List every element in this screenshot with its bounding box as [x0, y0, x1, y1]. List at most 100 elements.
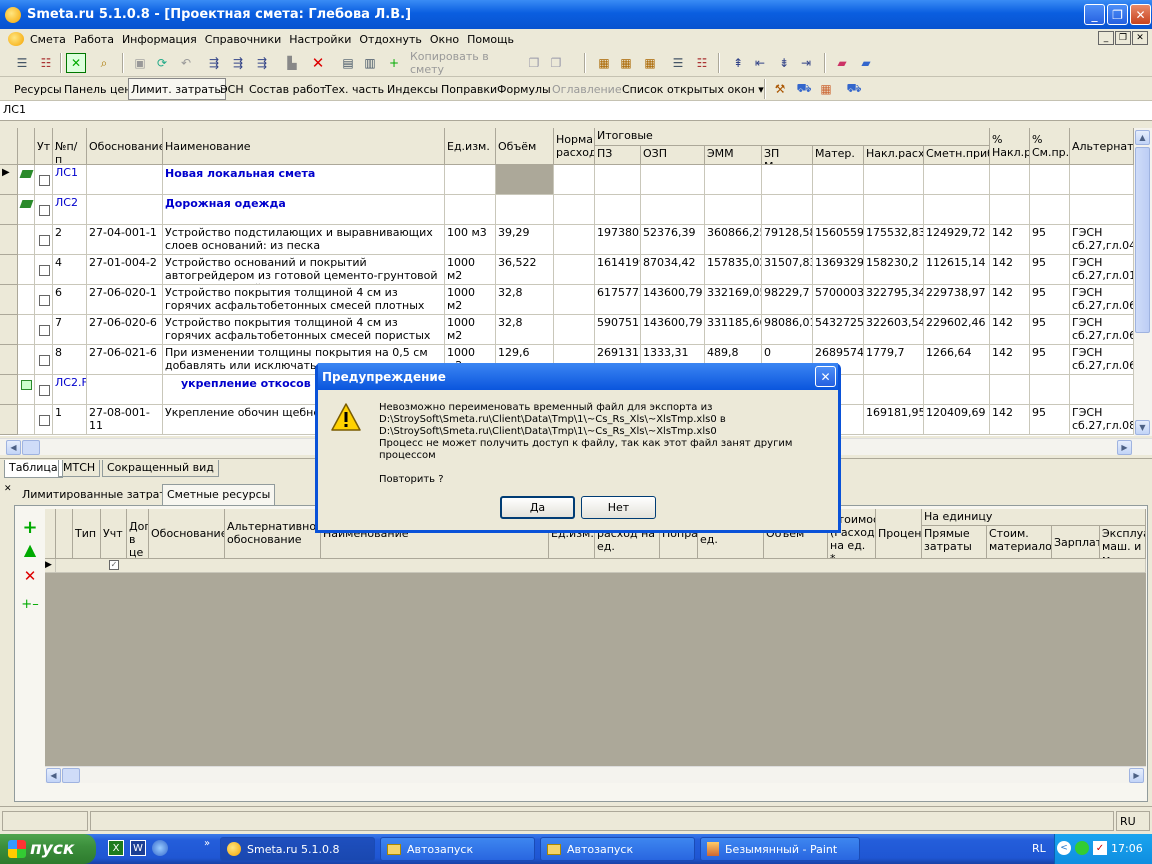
- add-resource-icon[interactable]: +: [20, 517, 40, 538]
- cell-nakl[interactable]: 158230,2: [864, 255, 924, 285]
- save-icon[interactable]: ▣: [130, 53, 150, 73]
- cell-basis[interactable]: [87, 375, 163, 405]
- cell-smetpr[interactable]: 1266,64: [924, 345, 990, 375]
- grid-vscroll[interactable]: ▲ ▼: [1134, 128, 1152, 436]
- cell-pnakl[interactable]: 142: [990, 405, 1030, 435]
- tab-panel-cen[interactable]: Панель цен: [62, 78, 133, 100]
- cell-basis[interactable]: [87, 165, 163, 195]
- menu-okno[interactable]: Окно: [426, 33, 463, 46]
- cell-smetpr[interactable]: 120409,69: [924, 405, 990, 435]
- cell-alt[interactable]: ГЭСН сб.27,гл.04,: [1070, 225, 1134, 255]
- cell-zpm[interactable]: 98229,7: [762, 285, 813, 315]
- cell-psm[interactable]: 95: [1030, 315, 1070, 345]
- row-checkbox[interactable]: [39, 325, 50, 336]
- cell-norm[interactable]: [554, 195, 595, 225]
- col-psm[interactable]: % См.пр.: [1030, 128, 1070, 165]
- cell-emm[interactable]: 331185,66: [705, 315, 762, 345]
- col-name[interactable]: Наименование: [163, 128, 445, 165]
- cell-basis[interactable]: 27-01-004-2: [87, 255, 163, 285]
- cell-volume[interactable]: 39,29: [496, 225, 554, 255]
- cell-alt[interactable]: ГЭСН сб.27,гл.01,: [1070, 255, 1134, 285]
- row-checkbox-cell[interactable]: [35, 225, 53, 255]
- cell-pnakl[interactable]: 142: [990, 285, 1030, 315]
- col-num[interactable]: №п/п: [53, 128, 87, 165]
- tab-limit-costs[interactable]: Лимитированные затраты: [18, 487, 179, 505]
- tray-security-icon[interactable]: ✓: [1093, 841, 1107, 855]
- mdi-restore-button[interactable]: ❐: [1115, 31, 1131, 45]
- level-first-icon[interactable]: ⇤: [750, 53, 770, 73]
- cell-unit[interactable]: [445, 165, 496, 195]
- print-icon[interactable]: ▤: [338, 53, 358, 73]
- vehicle-icon[interactable]: ⛟: [844, 79, 864, 99]
- move-icon[interactable]: ⇶: [252, 53, 272, 73]
- menu-nastroyki[interactable]: Настройки: [285, 33, 355, 46]
- book-blue-icon[interactable]: ▰: [856, 53, 876, 73]
- task-autorun-2[interactable]: Автозапуск: [540, 837, 695, 861]
- cell-pz[interactable]: [595, 165, 641, 195]
- col-emm[interactable]: ЭММ: [705, 146, 762, 165]
- level-down-icon[interactable]: ⇟: [774, 53, 794, 73]
- menu-spravochniki[interactable]: Справочники: [201, 33, 285, 46]
- cell-norm[interactable]: [554, 285, 595, 315]
- rcol-pct[interactable]: Процент: [876, 509, 922, 559]
- cell-volume[interactable]: 36,522: [496, 255, 554, 285]
- cell-ozp[interactable]: 143600,79: [641, 285, 705, 315]
- cell-nakl[interactable]: 1779,7: [864, 345, 924, 375]
- cell-mater[interactable]: 5432725,1: [813, 315, 864, 345]
- row-checkbox-cell[interactable]: [35, 315, 53, 345]
- cell-volume[interactable]: 32,8: [496, 285, 554, 315]
- cell-num[interactable]: 4: [53, 255, 87, 285]
- desktop-quicklaunch-icon[interactable]: [152, 840, 168, 856]
- cell-nakl[interactable]: [864, 165, 924, 195]
- row-checkbox[interactable]: [39, 205, 50, 216]
- cell-pz[interactable]: 1614199: [595, 255, 641, 285]
- cell-alt[interactable]: [1070, 375, 1134, 405]
- cell-pz[interactable]: [595, 195, 641, 225]
- cell-basis[interactable]: 27-06-021-6: [87, 345, 163, 375]
- level-up-icon[interactable]: ⇞: [728, 53, 748, 73]
- cell-smetpr[interactable]: 124929,72: [924, 225, 990, 255]
- title-bar[interactable]: Smeta.ru 5.1.0.8 - [Проектная смета: Гле…: [0, 0, 1152, 29]
- rcol-type[interactable]: Тип: [73, 509, 101, 559]
- rcol-basis[interactable]: Обоснование: [149, 509, 225, 559]
- cell-mater[interactable]: [813, 165, 864, 195]
- cell-basis[interactable]: 27-04-001-1: [87, 225, 163, 255]
- add-row-icon[interactable]: +: [384, 53, 404, 73]
- cell-norm[interactable]: [554, 165, 595, 195]
- open-windows-dropdown[interactable]: Список открытых окон ▾: [620, 78, 766, 100]
- level-last-icon[interactable]: ⇥: [796, 53, 816, 73]
- row-checkbox-cell[interactable]: [35, 405, 53, 435]
- rcol-expl[interactable]: Эксплуа маш. и м: [1100, 526, 1146, 559]
- task-paint[interactable]: Безымянный - Paint: [700, 837, 860, 861]
- add-sub-resource-icon[interactable]: +–: [20, 594, 40, 614]
- cell-zpm[interactable]: 79128,58: [762, 225, 813, 255]
- tree-add-icon[interactable]: ☷: [36, 53, 56, 73]
- no-button[interactable]: Нет: [581, 496, 656, 519]
- cell-psm[interactable]: 95: [1030, 285, 1070, 315]
- row-checkbox[interactable]: [39, 175, 50, 186]
- cell-zpm[interactable]: 31507,83: [762, 255, 813, 285]
- delete-resource-icon[interactable]: ✕: [20, 566, 40, 586]
- doc-icon[interactable]: [8, 32, 24, 46]
- rcol-uchet[interactable]: Учт: [101, 509, 127, 559]
- row-checkbox[interactable]: [39, 355, 50, 366]
- cell-ozp[interactable]: [641, 165, 705, 195]
- list-icon-1[interactable]: ☰: [668, 53, 688, 73]
- row-checkbox[interactable]: [39, 265, 50, 276]
- cell-alt[interactable]: [1070, 165, 1134, 195]
- tab-smetnye-resursy[interactable]: Сметные ресурсы: [162, 484, 276, 505]
- row-checkbox[interactable]: [39, 415, 50, 426]
- outdent-icon[interactable]: ⇶: [228, 53, 248, 73]
- cell-psm[interactable]: 95: [1030, 405, 1070, 435]
- cell-smetpr[interactable]: 229738,97: [924, 285, 990, 315]
- cell-emm[interactable]: 332169,05: [705, 285, 762, 315]
- paste-icon[interactable]: ❐: [546, 53, 566, 73]
- copy-to-estimate-button[interactable]: Копировать в смету: [410, 50, 520, 76]
- start-button[interactable]: пуск: [0, 834, 96, 864]
- search-icon[interactable]: ⌕: [94, 53, 114, 73]
- tab-tablica[interactable]: Таблица: [4, 460, 63, 478]
- excel-icon[interactable]: ✕: [66, 53, 86, 73]
- clock[interactable]: 17:06: [1111, 842, 1143, 855]
- cell-norm[interactable]: [554, 315, 595, 345]
- cell-unit[interactable]: 1000 м2: [445, 285, 496, 315]
